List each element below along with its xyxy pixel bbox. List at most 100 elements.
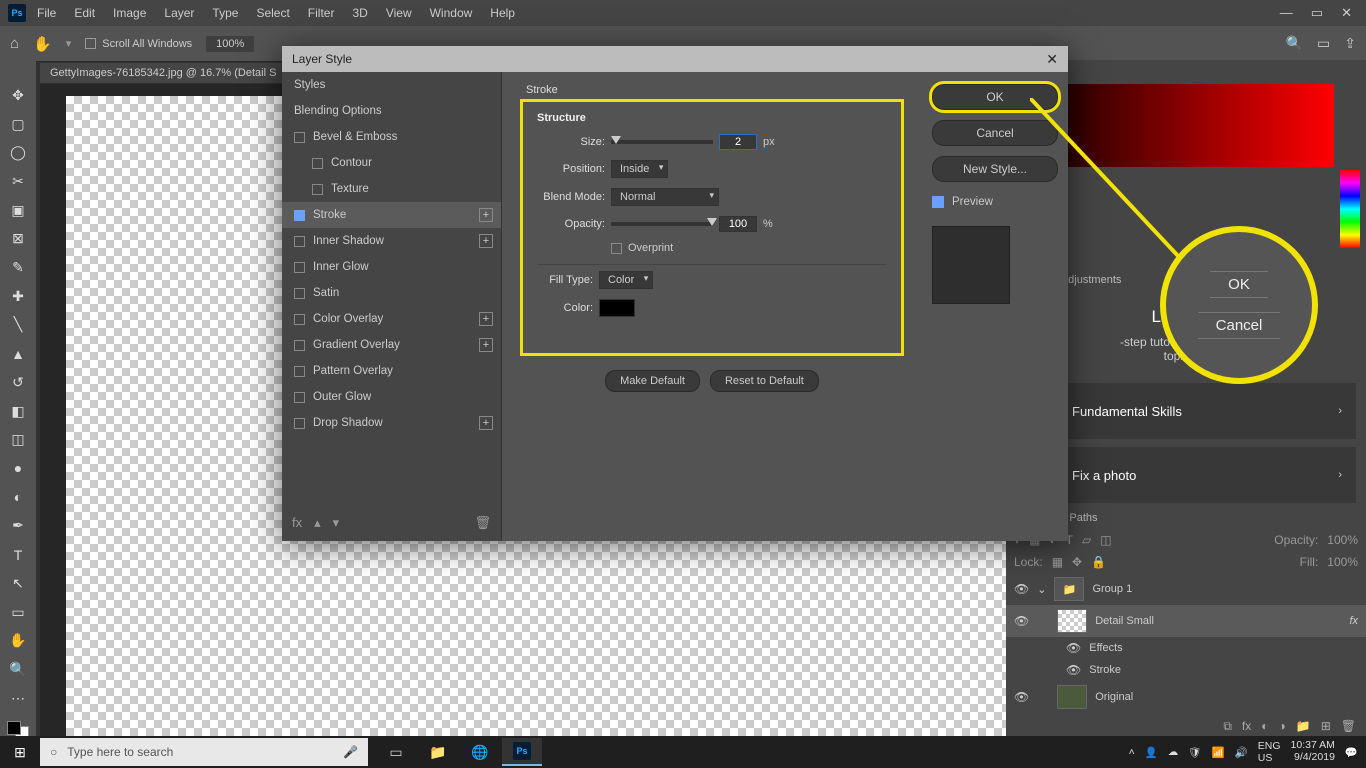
path-tool-icon[interactable]: ↖	[7, 574, 29, 593]
zoom-percent[interactable]: 100%	[206, 36, 254, 52]
menu-edit[interactable]: Edit	[67, 2, 102, 24]
quick-select-tool-icon[interactable]: ✂	[7, 172, 29, 191]
notifications-icon[interactable]: 💬	[1345, 746, 1358, 759]
move-down-icon[interactable]: ▾	[333, 515, 340, 531]
file-explorer-icon[interactable]: 📁	[418, 738, 458, 766]
size-slider[interactable]	[611, 140, 713, 144]
effect-gradient-overlay[interactable]: Gradient Overlay+	[282, 332, 501, 358]
menu-select[interactable]: Select	[249, 2, 296, 24]
hand-tool-icon[interactable]: ✋	[7, 631, 29, 650]
type-tool-icon[interactable]: T	[7, 545, 29, 564]
effect-bevel[interactable]: Bevel & Emboss	[282, 124, 501, 150]
layer-effects-row[interactable]: 👁 Effects	[1006, 637, 1366, 659]
mic-icon[interactable]: 🎤	[343, 745, 358, 759]
visibility-icon[interactable]: 👁	[1066, 641, 1081, 655]
rectangle-tool-icon[interactable]: ▭	[7, 603, 29, 622]
taskbar-clock[interactable]: 10:37 AM9/4/2019	[1291, 740, 1335, 763]
add-effect-icon[interactable]: +	[479, 312, 493, 326]
menu-3d[interactable]: 3D	[345, 2, 374, 24]
styles-header[interactable]: Styles	[282, 72, 501, 98]
new-layer-icon[interactable]: ⊞	[1321, 719, 1331, 734]
position-dropdown[interactable]: Inside	[611, 160, 668, 178]
dialog-close-icon[interactable]: ✕	[1046, 51, 1058, 68]
layer-fx-icon[interactable]: fx	[1242, 719, 1251, 734]
gradient-tool-icon[interactable]: ◫	[7, 430, 29, 449]
window-minimize-icon[interactable]: —	[1280, 5, 1293, 21]
lock-position-icon[interactable]: ✥	[1072, 555, 1082, 569]
dialog-titlebar[interactable]: Layer Style ✕	[282, 46, 1068, 72]
move-up-icon[interactable]: ▴	[314, 515, 321, 531]
stroke-color-swatch[interactable]	[599, 299, 635, 317]
search-icon[interactable]: 🔍	[1286, 35, 1303, 52]
effect-color-overlay[interactable]: Color Overlay+	[282, 306, 501, 332]
overprint-checkbox[interactable]	[611, 243, 622, 254]
opacity-value[interactable]: 100%	[1327, 533, 1358, 547]
visibility-icon[interactable]: 👁	[1014, 690, 1029, 704]
visibility-icon[interactable]: 👁	[1014, 614, 1029, 628]
layer-mask-icon[interactable]: ◐	[1261, 719, 1268, 734]
task-view-icon[interactable]: ▭	[376, 738, 416, 766]
hand-tool-icon[interactable]: ✋	[33, 35, 52, 53]
zoom-tool-icon[interactable]: 🔍	[7, 660, 29, 679]
new-fill-icon[interactable]: ◑	[1279, 719, 1286, 734]
language-indicator[interactable]: ENGUS	[1258, 740, 1281, 764]
effect-inner-glow[interactable]: Inner Glow	[282, 254, 501, 280]
reset-default-button[interactable]: Reset to Default	[710, 370, 819, 392]
edit-toolbar-icon[interactable]: ⋯	[7, 689, 29, 708]
frame-tool-icon[interactable]: ⊠	[7, 230, 29, 249]
blending-options[interactable]: Blending Options	[282, 98, 501, 124]
fill-value[interactable]: 100%	[1327, 555, 1358, 569]
lasso-tool-icon[interactable]: ◯	[7, 143, 29, 162]
size-input[interactable]	[719, 134, 757, 150]
tray-chevron-icon[interactable]: ˄	[1129, 746, 1135, 758]
ok-button[interactable]: OK	[932, 84, 1058, 110]
pen-tool-icon[interactable]: ✒	[7, 517, 29, 536]
brush-tool-icon[interactable]: ╲	[7, 316, 29, 335]
stamp-tool-icon[interactable]: ▲	[7, 344, 29, 363]
layer-detail-row[interactable]: 👁 Detail Small fx	[1006, 605, 1366, 637]
effect-pattern-overlay[interactable]: Pattern Overlay	[282, 358, 501, 384]
effect-satin[interactable]: Satin	[282, 280, 501, 306]
fx-icon[interactable]: fx	[292, 515, 302, 531]
hue-strip[interactable]	[1340, 170, 1360, 248]
preview-checkbox[interactable]	[932, 196, 944, 208]
filter-shape-icon[interactable]: ▱	[1082, 533, 1091, 547]
delete-layer-icon[interactable]: 🗑	[1341, 719, 1356, 734]
crop-tool-icon[interactable]: ▣	[7, 201, 29, 220]
effect-contour[interactable]: Contour	[282, 150, 501, 176]
menu-help[interactable]: Help	[483, 2, 522, 24]
eyedropper-tool-icon[interactable]: ✎	[7, 258, 29, 277]
lock-all-icon[interactable]: 🔒	[1091, 555, 1106, 569]
cancel-button[interactable]: Cancel	[932, 120, 1058, 146]
onedrive-icon[interactable]: ☁	[1168, 746, 1179, 758]
new-style-button[interactable]: New Style...	[932, 156, 1058, 182]
people-icon[interactable]: 👤	[1145, 746, 1158, 759]
effect-texture[interactable]: Texture	[282, 176, 501, 202]
volume-icon[interactable]: 🔊	[1235, 746, 1248, 759]
chrome-icon[interactable]: 🌐	[460, 738, 500, 766]
dodge-tool-icon[interactable]: ◐	[7, 488, 29, 507]
opacity-slider[interactable]	[611, 222, 713, 226]
share-icon[interactable]: ⇪	[1344, 35, 1356, 52]
eraser-tool-icon[interactable]: ◧	[7, 402, 29, 421]
add-effect-icon[interactable]: +	[479, 338, 493, 352]
home-icon[interactable]: ⌂	[10, 35, 19, 52]
start-button[interactable]: ⊞	[0, 744, 40, 761]
fill-type-dropdown[interactable]: Color	[599, 271, 653, 289]
layer-group-row[interactable]: 👁 ⌄ 📁 Group 1	[1006, 573, 1366, 605]
network-icon[interactable]: 📶	[1212, 746, 1225, 759]
fx-badge[interactable]: fx	[1349, 615, 1358, 627]
scroll-all-checkbox[interactable]	[85, 38, 96, 49]
effect-inner-shadow[interactable]: Inner Shadow+	[282, 228, 501, 254]
menu-filter[interactable]: Filter	[301, 2, 342, 24]
layer-original-row[interactable]: 👁 Original	[1006, 681, 1366, 713]
menu-layer[interactable]: Layer	[157, 2, 201, 24]
visibility-icon[interactable]: 👁	[1066, 663, 1081, 677]
healing-tool-icon[interactable]: ✚	[7, 287, 29, 306]
window-restore-icon[interactable]: ▭	[1311, 5, 1323, 21]
add-effect-icon[interactable]: +	[479, 234, 493, 248]
chevron-down-icon[interactable]: ⌄	[1037, 583, 1046, 596]
menu-view[interactable]: View	[379, 2, 419, 24]
photoshop-taskbar-icon[interactable]: Ps	[502, 738, 542, 766]
add-effect-icon[interactable]: +	[479, 208, 493, 222]
